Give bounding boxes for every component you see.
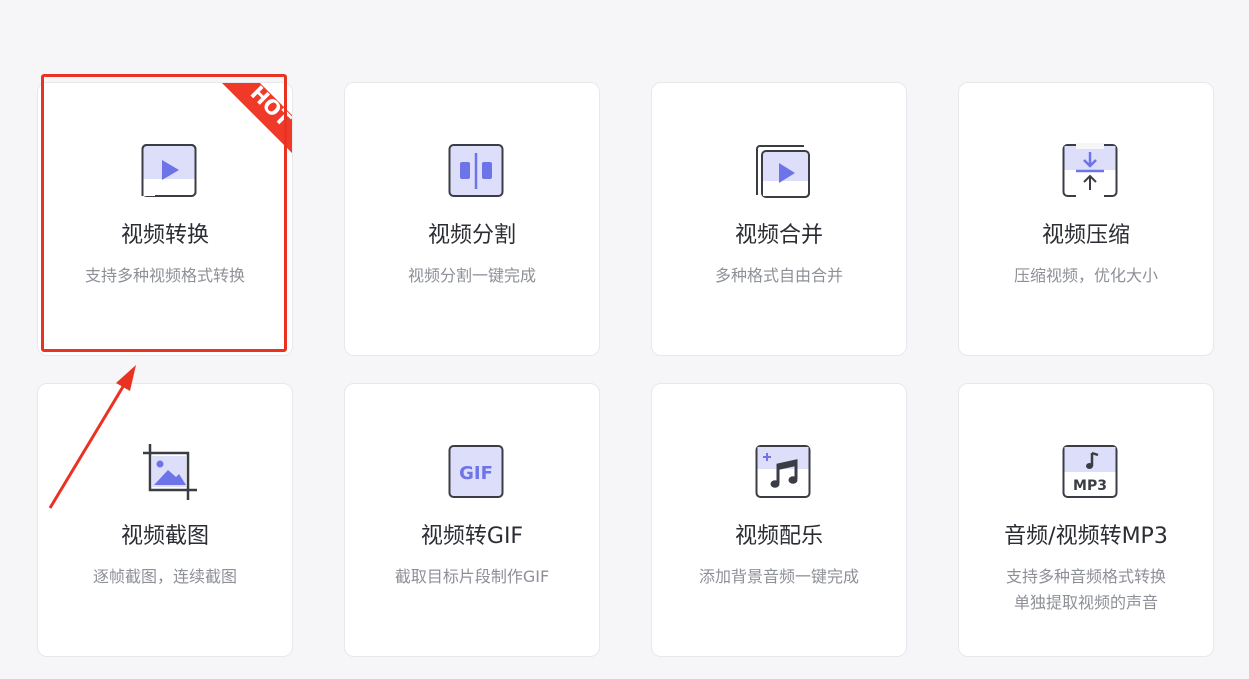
video-screenshot-icon — [141, 444, 197, 500]
card-title: 视频压缩 — [1041, 223, 1130, 248]
gif-icon-label: GIF — [459, 463, 493, 484]
card-title: 音频/视频转MP3 — [1004, 524, 1168, 549]
card-description: 截取目标片段制作GIF — [394, 567, 550, 586]
card-video-music[interactable]: 视频配乐 添加背景音频一键完成 — [651, 383, 907, 657]
card-title: 视频转换 — [120, 223, 209, 248]
card-video-screenshot[interactable]: 视频截图 逐帧截图，连续截图 — [37, 383, 293, 657]
card-description: 支持多种视频格式转换 — [84, 266, 245, 285]
card-title: 视频分割 — [427, 223, 516, 248]
card-title: 视频合并 — [734, 223, 823, 248]
video-merge-icon — [755, 143, 811, 199]
mp3-icon: MP3 — [1062, 444, 1118, 500]
video-compress-icon — [1062, 143, 1118, 199]
music-note-icon — [755, 444, 811, 500]
card-title: 视频截图 — [120, 524, 209, 549]
card-title: 视频转GIF — [420, 524, 524, 549]
card-description: 压缩视频，优化大小 — [1013, 266, 1158, 285]
card-video-compress[interactable]: 视频压缩 压缩视频，优化大小 — [958, 82, 1214, 356]
card-description: 支持多种音频格式转换 单独提取视频的声音 — [959, 564, 1213, 616]
card-description-line-1: 支持多种音频格式转换 — [1005, 567, 1166, 586]
video-convert-icon — [141, 143, 197, 199]
card-video-merge[interactable]: 视频合并 多种格式自由合并 — [651, 82, 907, 356]
card-title: 视频配乐 — [734, 524, 823, 549]
card-audio-to-mp3[interactable]: MP3 音频/视频转MP3 支持多种音频格式转换 单独提取视频的声音 — [958, 383, 1214, 657]
card-description: 添加背景音频一键完成 — [698, 567, 859, 586]
video-split-icon — [448, 143, 504, 199]
card-video-convert[interactable]: HOT 视频转换 支持多种视频格式转换 — [37, 82, 293, 356]
mp3-icon-label: MP3 — [1073, 478, 1107, 494]
hot-badge: HOT — [202, 83, 292, 173]
card-description: 逐帧截图，连续截图 — [92, 567, 237, 586]
gif-icon: GIF — [448, 444, 504, 500]
card-video-to-gif[interactable]: GIF 视频转GIF 截取目标片段制作GIF — [344, 383, 600, 657]
card-description: 视频分割一键完成 — [407, 266, 536, 285]
tool-grid: HOT 视频转换 支持多种视频格式转换 视频分割 视频分割一键完成 视频合并 多… — [37, 82, 1214, 657]
card-description: 多种格式自由合并 — [714, 266, 843, 285]
card-description-line-2: 单独提取视频的声音 — [1013, 593, 1158, 612]
card-video-split[interactable]: 视频分割 视频分割一键完成 — [344, 82, 600, 356]
